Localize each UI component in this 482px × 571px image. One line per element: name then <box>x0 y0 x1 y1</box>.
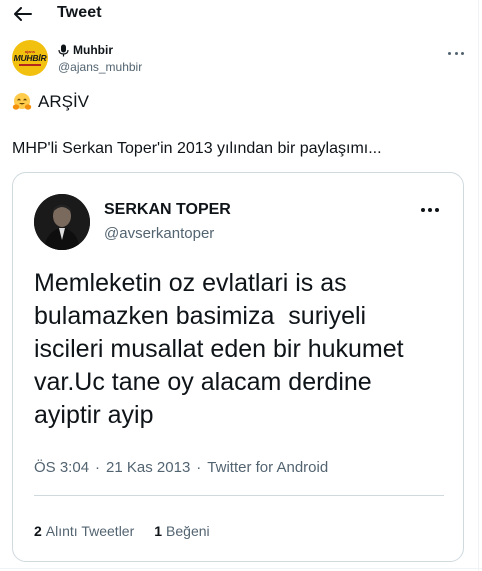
author-handle[interactable]: @ajans_muhbir <box>58 60 142 74</box>
ellipsis-icon <box>435 208 439 212</box>
ellipsis-icon <box>448 51 451 55</box>
top-bar: Tweet <box>0 0 482 30</box>
avatar-logo-bar <box>19 64 41 66</box>
quoted-text-line: var.Uc tane oy alacam derdine <box>34 368 372 396</box>
archive-label: ARŞİV <box>38 92 90 111</box>
quoted-tweet-source[interactable]: Twitter for Android <box>207 459 328 476</box>
quoted-more-options-button[interactable] <box>421 207 439 213</box>
tweet-text: MHP'li Serkan Toper'in 2013 yılından bir… <box>12 140 382 157</box>
quote-tweets-count: 2 <box>34 523 42 539</box>
quoted-tweet-text: Memleketin oz evlatlari is as bulamazken… <box>34 267 454 432</box>
divider <box>34 495 444 496</box>
quoted-tweet-meta: ÖS 3:04 · 21 Kas 2013 · Twitter for Andr… <box>34 459 328 476</box>
quoted-author-handle[interactable]: @avserkantoper <box>104 225 214 242</box>
quote-tweets-label: Alıntı Tweetler <box>45 523 135 539</box>
quoted-tweet-stats: 2 Alıntı Tweetler 1 Beğeni <box>34 523 230 539</box>
likes-count: 1 <box>154 523 163 539</box>
arrow-left-icon <box>14 7 32 21</box>
ellipsis-icon <box>428 208 432 212</box>
more-options-button[interactable] <box>448 48 464 58</box>
quoted-author-avatar[interactable] <box>34 194 90 250</box>
page-title: Tweet <box>57 4 102 21</box>
tweet-author: ajans MUHBİR Muhbir @ajans_muhbir <box>12 40 472 80</box>
likes-stat[interactable]: 1 Beğeni <box>154 523 209 539</box>
meta-separator: · <box>95 459 101 476</box>
archive-line: ARŞİV <box>12 92 89 112</box>
avatar-logo-main: MUHBİR <box>13 53 47 63</box>
avatar[interactable]: ajans MUHBİR <box>12 40 48 76</box>
back-button[interactable] <box>12 4 34 24</box>
quote-tweets-stat[interactable]: 2 Alıntı Tweetler <box>34 523 134 539</box>
microphone-icon <box>58 44 69 57</box>
quoted-tweet-date[interactable]: 21 Kas 2013 <box>106 459 190 476</box>
likes-label: Beğeni <box>166 523 210 539</box>
author-display-name: Muhbir <box>73 43 113 57</box>
ellipsis-icon <box>454 51 458 55</box>
quoted-tweet-card[interactable]: SERKAN TOPER @avserkantoper Memleketin o… <box>12 172 464 562</box>
quoted-text-line: ayiptir ayip <box>34 401 154 429</box>
quoted-text-line: Memleketin oz evlatlari is as <box>34 269 347 297</box>
meta-separator: · <box>196 459 202 476</box>
ellipsis-icon <box>461 51 464 55</box>
divider <box>0 568 482 569</box>
quoted-text-line: iscileri musallat eden bir hukumet <box>34 335 404 363</box>
quoted-text-line: bulamazken basimiza suriyeli <box>34 302 367 330</box>
author-name-line[interactable]: Muhbir <box>58 43 113 57</box>
column-border <box>478 0 479 571</box>
quoted-author-name[interactable]: SERKAN TOPER <box>104 201 231 219</box>
quoted-tweet-time[interactable]: ÖS 3:04 <box>34 459 89 476</box>
ellipsis-icon <box>421 208 425 212</box>
hugging-face-emoji <box>12 93 32 110</box>
